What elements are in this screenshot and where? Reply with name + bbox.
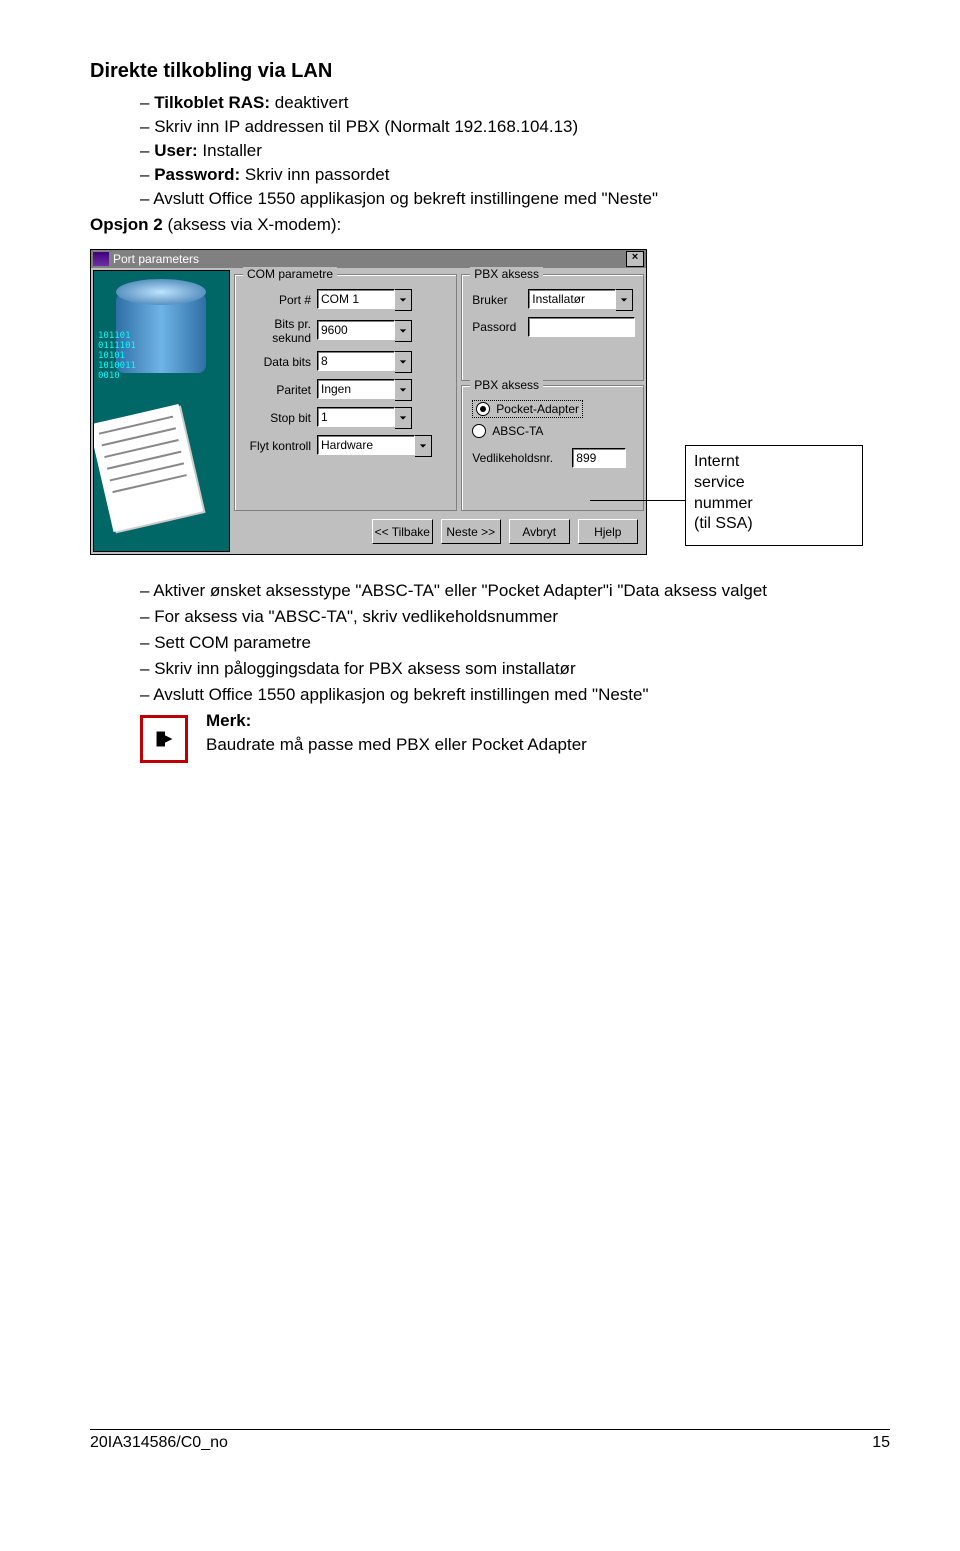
list-item: Password: Skriv inn passordet [140,165,890,185]
bits-label: Bits pr. sekund [245,317,317,345]
chevron-down-icon[interactable] [415,435,432,457]
list-item: Tilkoblet RAS: deaktivert [140,93,890,113]
port-parameters-dialog: Port parameters × 1011010111101101011010… [90,249,647,555]
page-footer: 20IA314586/C0_no 15 [90,1429,890,1452]
radio-label: ABSC-TA [492,424,543,438]
group-title: COM parametre [243,267,337,281]
databits-select[interactable]: 8 [317,351,412,373]
group-title: PBX aksess [470,267,543,281]
chevron-down-icon[interactable] [395,351,412,373]
bullet-text: Skriv inn påloggingsdata for PBX aksess … [154,659,575,678]
dialog-illustration: 10110101111011010110100110010 [93,270,230,552]
list-item: User: Installer [140,141,890,161]
paritet-select[interactable]: Ingen [317,379,412,401]
bullet-prefix: Tilkoblet RAS: [154,93,270,112]
vedlikehold-label: Vedlikeholdsnr. [472,451,572,465]
port-select[interactable]: COM 1 [317,289,412,311]
note-label: Merk: [206,711,587,731]
page-heading: Direkte tilkobling via LAN [90,60,890,83]
flyt-select[interactable]: Hardware [317,435,432,457]
port-label: Port # [245,293,317,307]
bits-select[interactable]: 9600 [317,320,412,342]
back-button[interactable]: << Tilbake [372,519,433,544]
radio-icon [472,424,486,438]
bits-value: 9600 [317,320,395,340]
callout-text: service [694,473,854,494]
passord-label: Passord [472,320,528,334]
window-icon [93,252,109,266]
next-button[interactable]: Neste >> [441,519,502,544]
vedlikehold-input[interactable]: 899 [572,448,626,468]
list-item: For aksess via "ABSC-TA", skriv vedlikeh… [140,607,890,627]
group-pbx-aksess-type: PBX aksess Pocket-Adapter ABSC-TA Vedlik… [461,385,644,512]
bullet-text: For aksess via "ABSC-TA", skriv vedlikeh… [154,607,558,626]
paritet-value: Ingen [317,379,395,399]
chevron-down-icon[interactable] [616,289,633,311]
databits-label: Data bits [245,355,317,369]
radio-label: Pocket-Adapter [496,402,579,416]
option-rest: (aksess via X-modem): [163,215,342,234]
radio-pocket-adapter[interactable]: Pocket-Adapter [472,400,583,418]
bullet-text: Sett COM parametre [154,633,311,652]
flyt-value: Hardware [317,435,415,455]
footer-page-number: 15 [872,1434,890,1452]
radio-icon [476,402,490,416]
note-block: Merk: Baudrate må passe med PBX eller Po… [140,711,890,763]
callout-connector [590,500,685,501]
list-item: Skriv inn IP addressen til PBX (Normalt … [140,117,890,137]
list-item: Aktiver ønsket aksesstype "ABSC-TA" elle… [140,581,890,601]
bullet-text: Skriv inn passordet [245,165,390,184]
callout-box: Internt service nummer (til SSA) [685,445,863,546]
paritet-label: Paritet [245,383,317,397]
bullet-text: Aktiver ønsket aksesstype "ABSC-TA" elle… [153,581,767,600]
bruker-value: Installatør [528,289,616,309]
note-body: Baudrate må passe med PBX eller Pocket A… [206,735,587,755]
option-label: Opsjon 2 [90,215,163,234]
list-item: Avslutt Office 1550 applikasjon og bekre… [140,189,890,209]
bullet-list-1: Tilkoblet RAS: deaktivert Skriv inn IP a… [140,93,890,209]
dialog-titlebar: Port parameters × [91,250,646,268]
bullet-list-2: Aktiver ønsket aksesstype "ABSC-TA" elle… [140,581,890,705]
list-item: Avslutt Office 1550 applikasjon og bekre… [140,685,890,705]
passord-input[interactable] [528,317,635,337]
port-value: COM 1 [317,289,395,309]
bullet-text: Installer [202,141,262,160]
close-icon[interactable]: × [626,251,644,267]
help-button[interactable]: Hjelp [578,519,639,544]
bullet-text: deaktivert [275,93,349,112]
bruker-select[interactable]: Installatør [528,289,633,311]
stopbit-value: 1 [317,407,395,427]
bruker-label: Bruker [472,293,528,307]
databits-value: 8 [317,351,395,371]
chevron-down-icon[interactable] [395,289,412,311]
radio-absc-ta[interactable]: ABSC-TA [472,424,635,438]
option-2-heading: Opsjon 2 (aksess via X-modem): [90,215,890,235]
group-title: PBX aksess [470,378,543,392]
flyt-label: Flyt kontroll [245,439,317,453]
callout-text: Internt [694,452,854,473]
callout-text: (til SSA) [694,514,854,535]
dialog-title: Port parameters [113,252,199,266]
group-pbx-aksess-cred: PBX aksess Bruker Installatør Passord [461,274,644,381]
chevron-down-icon[interactable] [395,320,412,342]
callout-text: nummer [694,494,854,515]
arrow-right-icon [140,715,188,763]
bullet-text: Avslutt Office 1550 applikasjon og bekre… [153,189,658,208]
cancel-button[interactable]: Avbryt [509,519,570,544]
stopbit-select[interactable]: 1 [317,407,412,429]
list-item: Sett COM parametre [140,633,890,653]
chevron-down-icon[interactable] [395,407,412,429]
group-com-parametre: COM parametre Port # COM 1 Bits pr. seku… [234,274,457,511]
chevron-down-icon[interactable] [395,379,412,401]
bullet-text: Skriv inn IP addressen til PBX (Normalt … [154,117,578,136]
bullet-text: Avslutt Office 1550 applikasjon og bekre… [153,685,648,704]
bullet-prefix: Password: [154,165,240,184]
bullet-prefix: User: [154,141,197,160]
footer-doc-id: 20IA314586/C0_no [90,1434,228,1452]
list-item: Skriv inn påloggingsdata for PBX aksess … [140,659,890,679]
stopbit-label: Stop bit [245,411,317,425]
